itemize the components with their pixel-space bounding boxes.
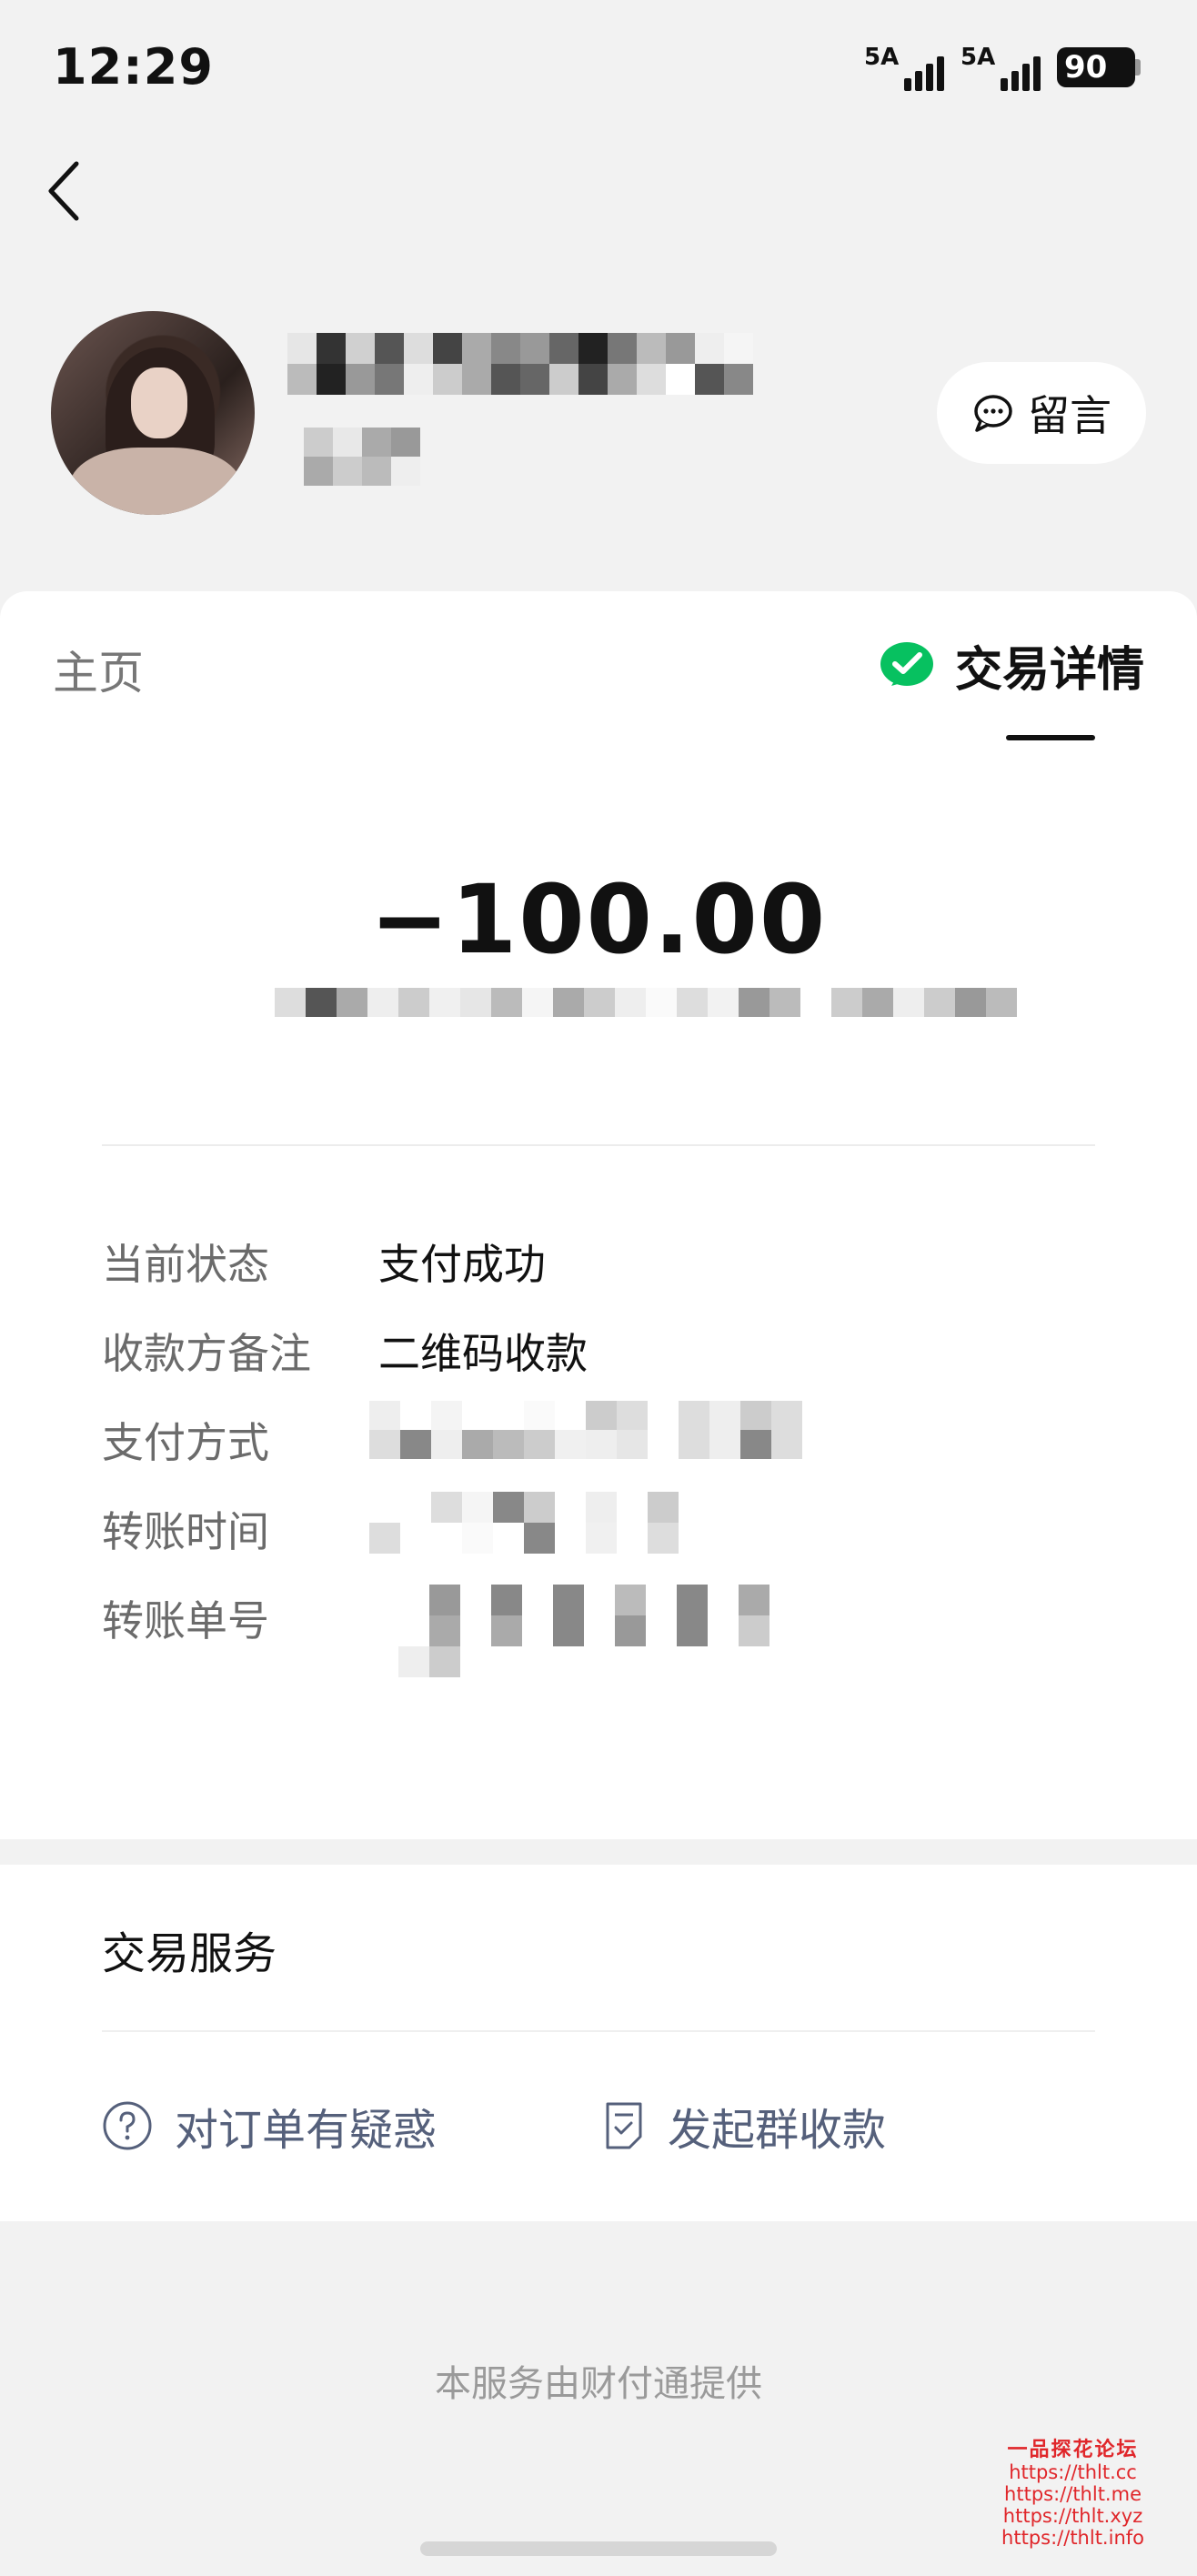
tab-home[interactable]: 主页 [53, 637, 144, 702]
watermark-url: https://thlt.xyz [1002, 2505, 1143, 2527]
order-question-label: 对订单有疑惑 [175, 2105, 438, 2156]
payee-note-label: 收款方备注 [102, 1329, 311, 1378]
censored-transfer-time [369, 1492, 679, 1554]
leave-message-label: 留言 [1028, 391, 1112, 440]
watermark-url: https://thlt.cc [1009, 2461, 1137, 2483]
payment-method-label: 支付方式 [102, 1418, 269, 1467]
order-question-link[interactable]: 对订单有疑惑 [102, 2094, 437, 2158]
watermark-title: 一品探花论坛 [1007, 2439, 1139, 2461]
payee-note-value: 二维码收款 [378, 1329, 588, 1378]
status-icons: 5A 5A 90 [864, 44, 1141, 91]
receipt-icon [606, 2102, 642, 2149]
tab-transaction-detail-label: 交易详情 [954, 643, 1144, 698]
watermark-url: https://thlt.info [1001, 2527, 1144, 2549]
censored-merchant [275, 988, 1017, 1017]
status-value: 支付成功 [378, 1240, 546, 1289]
censored-name [287, 333, 753, 395]
transfer-time-label: 转账时间 [102, 1507, 269, 1556]
status-label: 当前状态 [102, 1240, 269, 1289]
tab-transaction-detail[interactable]: 交易详情 [879, 631, 1144, 699]
divider [102, 1144, 1095, 1146]
wechat-pay-icon [880, 641, 933, 686]
network-label: 5A [961, 44, 996, 71]
transfer-number-label: 转账单号 [102, 1596, 269, 1645]
leave-message-button[interactable]: 留言 [937, 362, 1146, 464]
watermark-url: https://thlt.me [1004, 2483, 1142, 2505]
signal-icon: 5A [864, 44, 944, 91]
network-label: 5A [864, 44, 900, 71]
signal-icon: 5A [961, 44, 1041, 91]
battery-level: 90 [1057, 47, 1135, 87]
censored-transfer-number [398, 1585, 770, 1677]
back-arrow-icon[interactable] [40, 155, 95, 227]
provider-footer: 本服务由财付通提供 [435, 2363, 762, 2405]
avatar[interactable] [51, 311, 255, 515]
services-title: 交易服务 [102, 1928, 277, 1979]
group-collection-label: 发起群收款 [668, 2105, 887, 2156]
amount: −100.00 [369, 864, 828, 975]
active-tab-indicator [1006, 735, 1095, 740]
battery-icon: 90 [1057, 47, 1141, 87]
question-circle-icon [103, 2101, 152, 2150]
home-indicator[interactable] [420, 2541, 777, 2556]
censored-subtitle [304, 428, 420, 486]
watermark: 一品探花论坛 https://thlt.cc https://thlt.me h… [1001, 2439, 1144, 2550]
group-collection-link[interactable]: 发起群收款 [602, 2094, 886, 2158]
censored-payment-method [369, 1401, 802, 1459]
divider [102, 2030, 1095, 2032]
status-time: 12:29 [53, 38, 214, 96]
chat-bubble-icon [974, 395, 1012, 432]
